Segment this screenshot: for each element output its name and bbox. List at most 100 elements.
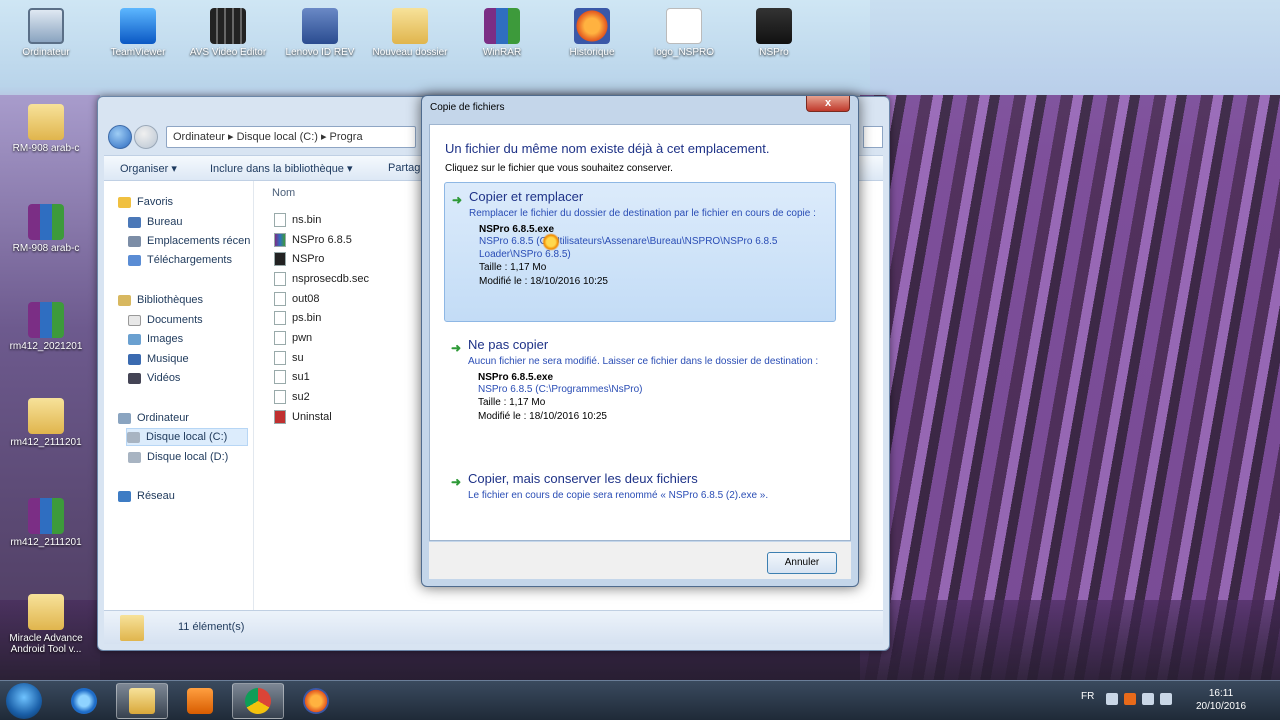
- desktop-icon-left[interactable]: Miracle Advance Android Tool v...: [6, 594, 86, 655]
- nav-downloads[interactable]: Téléchargements: [128, 251, 232, 269]
- tray-icons: [1106, 693, 1172, 705]
- desktop-icon-left[interactable]: rm412_2111201: [6, 398, 86, 448]
- music-icon: [128, 353, 141, 365]
- folder-icon: [120, 615, 144, 641]
- nav-videos[interactable]: Vidéos: [128, 369, 180, 387]
- winrar-icon: [484, 8, 520, 44]
- nav-network[interactable]: Réseau: [118, 487, 175, 505]
- nav-documents[interactable]: Documents: [128, 311, 203, 329]
- desktop-icon-video-editor[interactable]: AVS Video Editor: [188, 8, 268, 58]
- desktop-icon-nspro[interactable]: NSPro: [734, 8, 814, 58]
- organize-button[interactable]: Organiser ▾: [120, 162, 177, 175]
- list-item[interactable]: su2: [274, 388, 310, 406]
- media-player-icon: [187, 688, 213, 714]
- file-icon: [274, 390, 286, 404]
- file-modified: Modifié le : 18/10/2016 10:25: [478, 411, 607, 422]
- taskbar-explorer[interactable]: [116, 683, 168, 719]
- volume-icon[interactable]: [1160, 693, 1172, 705]
- option-title: Copier, mais conserver les deux fichiers: [468, 471, 698, 486]
- option-copy-replace[interactable]: ➜ Copier et remplacer Remplacer le fichi…: [444, 182, 836, 322]
- nav-recent[interactable]: Emplacements récen: [128, 232, 250, 250]
- desktop-icon-teamviewer[interactable]: TeamViewer: [98, 8, 178, 58]
- list-item[interactable]: Uninstal: [274, 408, 332, 426]
- dialog-subheading: Cliquez sur le fichier que vous souhaite…: [445, 163, 673, 174]
- desktop-icon-lenovo[interactable]: Lenovo ID REV: [280, 8, 360, 58]
- desktop-icon-logo[interactable]: logo_NSPRO: [644, 8, 724, 58]
- folder-icon: [392, 8, 428, 44]
- language-indicator[interactable]: FR: [1081, 691, 1094, 702]
- desktop-icon-left[interactable]: RM-908 arab-c: [6, 104, 86, 154]
- desktop-icon-left[interactable]: RM-908 arab-c: [6, 204, 86, 254]
- lenovo-icon: [302, 8, 338, 44]
- chrome-icon: [245, 688, 271, 714]
- desktop-icon-new-folder[interactable]: Nouveau dossier: [370, 8, 450, 58]
- back-button[interactable]: [108, 125, 132, 149]
- list-item[interactable]: pwn: [274, 329, 312, 347]
- desktop-icon-historique[interactable]: Historique: [552, 8, 632, 58]
- navigation-pane: Favoris Bureau Emplacements récen Téléch…: [104, 181, 254, 610]
- start-button[interactable]: [6, 683, 42, 719]
- nav-favorites[interactable]: Favoris: [118, 193, 173, 211]
- list-item[interactable]: su1: [274, 368, 310, 386]
- close-button[interactable]: x: [806, 96, 850, 112]
- folder-icon: [28, 594, 64, 630]
- arrow-right-icon: ➜: [452, 193, 463, 207]
- nav-libraries[interactable]: Bibliothèques: [118, 291, 203, 309]
- images-icon: [128, 333, 141, 345]
- share-button[interactable]: Partag: [388, 162, 420, 174]
- list-item[interactable]: ns.bin: [274, 211, 321, 229]
- download-icon: [128, 254, 141, 266]
- nav-desktop[interactable]: Bureau: [128, 213, 182, 231]
- list-item[interactable]: su: [274, 349, 304, 367]
- desktop-icon-left[interactable]: rm412_2111201: [6, 498, 86, 548]
- cancel-button[interactable]: Annuler: [767, 552, 837, 574]
- list-item[interactable]: NSPro: [274, 250, 324, 268]
- folder-icon: [129, 688, 155, 714]
- address-bar[interactable]: Ordinateur ▸ Disque local (C:) ▸ Progra: [166, 126, 416, 148]
- clock[interactable]: 16:11 20/10/2016: [1191, 687, 1251, 713]
- list-item[interactable]: nsprosecdb.sec: [274, 270, 369, 288]
- winrar-icon: [28, 498, 64, 534]
- file-icon: [274, 331, 286, 345]
- list-item[interactable]: out08: [274, 290, 320, 308]
- app-tray-icon[interactable]: [1124, 693, 1136, 705]
- copy-files-dialog[interactable]: Copie de fichiers x Un fichier du même n…: [421, 95, 859, 587]
- nav-computer[interactable]: Ordinateur: [118, 409, 189, 427]
- arrow-right-icon: ➜: [451, 475, 462, 489]
- list-item[interactable]: NSPro 6.8.5: [274, 231, 352, 249]
- nav-images[interactable]: Images: [128, 330, 183, 348]
- file-icon: [274, 213, 286, 227]
- file-path: NSPro 6.8.5 (C:\Utilisateurs\Assenare\Bu…: [479, 236, 778, 260]
- desktop-icon-winrar[interactable]: WinRAR: [462, 8, 542, 58]
- list-item[interactable]: ps.bin: [274, 309, 321, 327]
- drive-icon: [128, 451, 141, 463]
- file-size: Taille : 1,17 Mo: [479, 262, 547, 273]
- include-library-button[interactable]: Inclure dans la bibliothèque ▾: [210, 162, 353, 175]
- documents-icon: [128, 314, 141, 326]
- taskbar-firefox[interactable]: [290, 683, 342, 719]
- flag-icon[interactable]: [1106, 693, 1118, 705]
- firefox-icon: [303, 688, 329, 714]
- nav-drive-c[interactable]: Disque local (C:): [126, 428, 248, 446]
- forward-button[interactable]: [134, 125, 158, 149]
- option-keep-both[interactable]: ➜ Copier, mais conserver les deux fichie…: [444, 465, 836, 511]
- winrar-icon: [28, 204, 64, 240]
- file-icon: [274, 370, 286, 384]
- network-icon[interactable]: [1142, 693, 1154, 705]
- nav-music[interactable]: Musique: [128, 350, 189, 368]
- option-skip[interactable]: ➜ Ne pas copier Aucun fichier ne sera mo…: [444, 331, 836, 451]
- logo-icon: [666, 8, 702, 44]
- cursor-highlight-icon: [542, 233, 560, 251]
- column-header-name[interactable]: Nom: [272, 187, 295, 199]
- option-description: Remplacer le fichier du dossier de desti…: [469, 208, 816, 219]
- file-size: Taille : 1,17 Mo: [478, 397, 546, 408]
- desktop-icon-left[interactable]: rm412_2021201: [6, 302, 86, 352]
- option-title: Copier et remplacer: [469, 189, 584, 204]
- desktop-icon-computer[interactable]: Ordinateur: [6, 8, 86, 58]
- wallpaper-sky: [870, 0, 1280, 95]
- taskbar-media-player[interactable]: [174, 683, 226, 719]
- taskbar-ie[interactable]: [58, 683, 110, 719]
- nav-drive-d[interactable]: Disque local (D:): [128, 448, 228, 466]
- taskbar-chrome[interactable]: [232, 683, 284, 719]
- search-icon[interactable]: [863, 126, 883, 148]
